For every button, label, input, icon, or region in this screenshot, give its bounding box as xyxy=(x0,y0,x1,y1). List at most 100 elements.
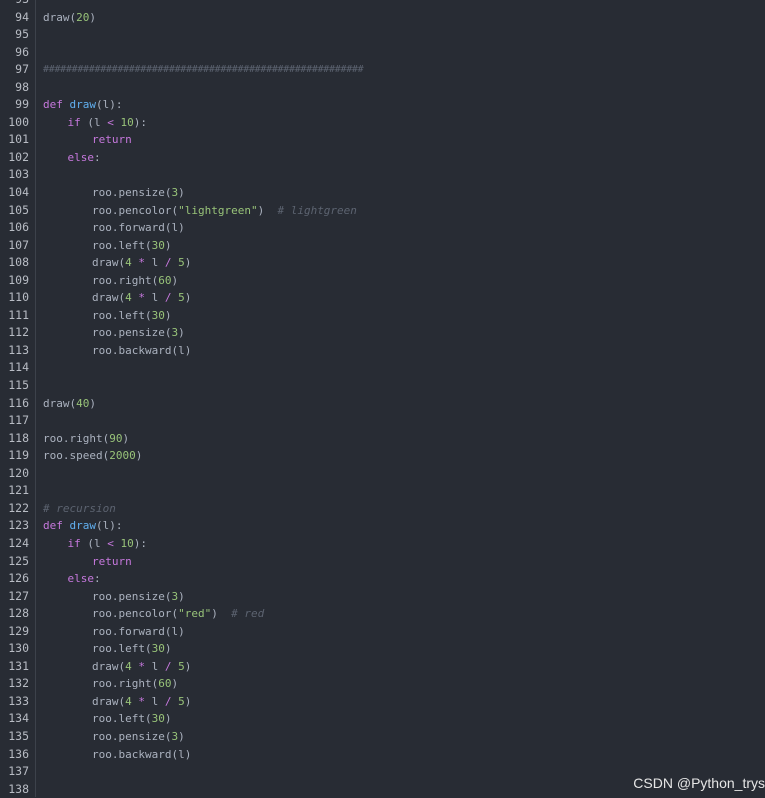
code-line[interactable]: 103 xyxy=(0,166,765,184)
line-number: 105 xyxy=(8,202,29,217)
code-text: roo.backward(l) xyxy=(92,747,192,761)
code-line[interactable]: 135 roo.pensize(3) xyxy=(0,728,765,746)
code-line[interactable]: 107 roo.left(30) xyxy=(0,237,765,255)
comment-text: ########################################… xyxy=(43,64,364,76)
code-fragment: 30 xyxy=(151,712,165,726)
code-line[interactable]: 105 roo.pencolor("lightgreen") # lightgre… xyxy=(0,202,765,220)
line-number: 116 xyxy=(8,395,29,410)
code-line[interactable]: 113 roo.backward(l) xyxy=(0,342,765,360)
code-line[interactable]: 122 # recursion xyxy=(0,500,765,518)
code-line[interactable]: 123 def draw(l): xyxy=(0,517,765,535)
code-line[interactable]: 129 roo.forward(l) xyxy=(0,623,765,641)
code-editor[interactable]: 93 94 draw(20) 95 96 97 ##################… xyxy=(0,0,765,797)
code-text: draw(40) xyxy=(43,396,96,410)
line-number: 123 xyxy=(8,518,29,533)
code-fragment: / xyxy=(164,291,172,305)
code-line[interactable]: 130 roo.left(30) xyxy=(0,640,765,658)
line-number: 104 xyxy=(8,185,29,200)
code-fragment: 10 xyxy=(120,536,134,550)
code-line[interactable]: 126 else: xyxy=(0,570,765,588)
code-fragment: 30 xyxy=(151,308,165,322)
code-fragment: * xyxy=(138,291,145,305)
code-line[interactable]: 93 xyxy=(0,0,765,9)
code-fragment: / xyxy=(164,694,172,708)
code-fragment: if xyxy=(67,115,81,129)
code-fragment: "lightgreen" xyxy=(178,203,258,217)
code-fragment: 5 xyxy=(178,694,185,708)
code-line[interactable]: 116 draw(40) xyxy=(0,395,765,413)
code-line[interactable]: 120 xyxy=(0,465,765,483)
code-line[interactable]: 110 draw(4 * l / 5) xyxy=(0,289,765,307)
code-line[interactable]: 136 roo.backward(l) xyxy=(0,746,765,764)
code-fragment: 5 xyxy=(178,659,185,673)
line-number: 117 xyxy=(8,413,29,428)
code-line[interactable]: 100 if (l < 10): xyxy=(0,114,765,132)
code-line[interactable]: 111 roo.left(30) xyxy=(0,307,765,325)
line-number: 129 xyxy=(8,623,29,638)
code-fragment: * xyxy=(138,659,145,673)
code-line[interactable]: 108 draw(4 * l / 5) xyxy=(0,254,765,272)
line-number: 102 xyxy=(8,149,29,164)
code-line[interactable]: 95 xyxy=(0,26,765,44)
code-fragment: 60 xyxy=(158,677,172,691)
line-number: 115 xyxy=(8,378,29,393)
code-line[interactable]: 101 return xyxy=(0,131,765,149)
code-fragment: * xyxy=(138,256,145,270)
code-fragment: 3 xyxy=(171,729,179,743)
code-line[interactable]: 104 roo.pensize(3) xyxy=(0,184,765,202)
code-line[interactable]: 109 roo.right(60) xyxy=(0,272,765,290)
code-text: roo.right(90) xyxy=(43,431,130,445)
code-text: roo.right(60) xyxy=(92,273,179,287)
line-number: 134 xyxy=(8,711,29,726)
line-number: 113 xyxy=(8,342,29,357)
code-line[interactable]: 102 else: xyxy=(0,149,765,167)
code-fragment: 3 xyxy=(171,186,179,200)
code-line[interactable]: 97 ######################################… xyxy=(0,61,765,79)
line-number: 103 xyxy=(8,167,29,182)
line-number: 131 xyxy=(8,658,29,673)
code-text: else: xyxy=(67,150,101,164)
code-line[interactable]: 119 roo.speed(2000) xyxy=(0,447,765,465)
code-line[interactable]: 115 xyxy=(0,377,765,395)
code-line[interactable]: 124 if (l < 10): xyxy=(0,535,765,553)
code-fragment: 2000 xyxy=(109,449,136,463)
code-line[interactable]: 96 xyxy=(0,44,765,62)
code-fragment: if xyxy=(67,536,81,550)
code-lines[interactable]: 93 94 draw(20) 95 96 97 ##################… xyxy=(0,0,765,798)
code-line[interactable]: 117 xyxy=(0,412,765,430)
code-line[interactable]: 114 xyxy=(0,359,765,377)
code-line[interactable]: 128 roo.pencolor("red") # red xyxy=(0,605,765,623)
code-line[interactable]: 132 roo.right(60) xyxy=(0,675,765,693)
code-line[interactable]: 127 roo.pensize(3) xyxy=(0,588,765,606)
code-line[interactable]: 131 draw(4 * l / 5) xyxy=(0,658,765,676)
line-number: 122 xyxy=(8,500,29,515)
code-text: roo.pencolor("red") # red xyxy=(92,607,265,621)
line-number: 94 xyxy=(15,9,29,24)
line-number: 100 xyxy=(8,114,29,129)
line-number: 112 xyxy=(8,325,29,340)
code-line[interactable]: 98 xyxy=(0,79,765,97)
code-line[interactable]: 125 return xyxy=(0,553,765,571)
code-line[interactable]: 118 roo.right(90) xyxy=(0,430,765,448)
line-number: 110 xyxy=(8,290,29,305)
code-text: if (l < 10): xyxy=(67,536,148,550)
line-number: 106 xyxy=(8,220,29,235)
code-line[interactable]: 134 roo.left(30) xyxy=(0,710,765,728)
code-fragment: def xyxy=(43,98,63,112)
line-number: 124 xyxy=(8,535,29,550)
code-fragment: 60 xyxy=(158,273,172,287)
code-line[interactable]: 99 def draw(l): xyxy=(0,96,765,114)
code-line[interactable]: 133 draw(4 * l / 5) xyxy=(0,693,765,711)
code-line[interactable]: 121 xyxy=(0,482,765,500)
line-number: 133 xyxy=(8,693,29,708)
code-fragment: draw xyxy=(69,98,97,112)
code-text: draw(4 * l / 5) xyxy=(92,291,192,305)
code-line[interactable]: 106 roo.forward(l) xyxy=(0,219,765,237)
line-number: 136 xyxy=(8,746,29,761)
code-line[interactable]: 94 draw(20) xyxy=(0,9,765,27)
code-text: roo.pencolor("lightgreen") # lightgreen xyxy=(92,203,357,217)
code-fragment: 4 xyxy=(125,694,132,708)
code-fragment: * xyxy=(138,694,145,708)
code-text: roo.forward(l) xyxy=(92,624,185,638)
code-line[interactable]: 112 roo.pensize(3) xyxy=(0,324,765,342)
